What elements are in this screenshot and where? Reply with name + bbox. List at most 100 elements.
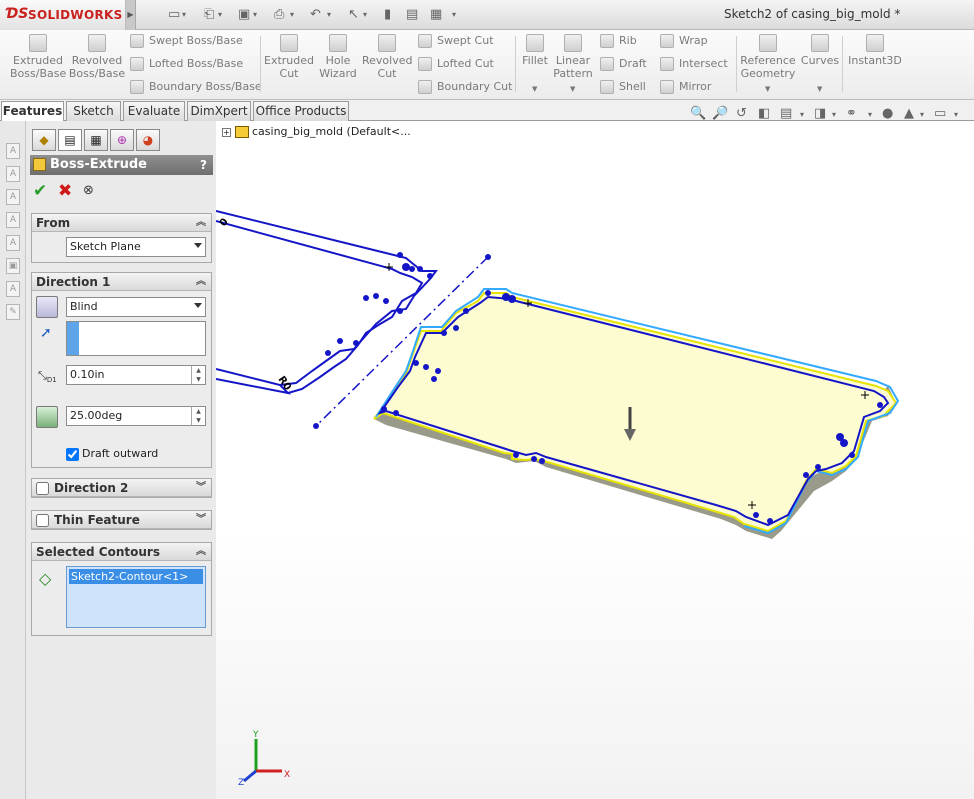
- display-style-icon[interactable]: ◨: [814, 106, 826, 121]
- apply-scene-icon[interactable]: ▲: [904, 106, 914, 121]
- draft-outward-option[interactable]: Draft outward: [66, 447, 158, 461]
- end-condition-select[interactable]: Blind: [66, 297, 206, 317]
- direction1-header[interactable]: Direction 1 ︽: [32, 273, 211, 291]
- boundary-boss-button[interactable]: Boundary Boss/Base: [130, 78, 262, 96]
- wrap-button[interactable]: Wrap: [660, 32, 708, 50]
- tab-features[interactable]: Features: [1, 101, 64, 122]
- solidworks-logo[interactable]: ƊS SOLIDWORKS: [0, 0, 126, 30]
- reference-geometry-dropdown-icon[interactable]: ▼: [765, 85, 770, 93]
- collapse-chevron-icon[interactable]: ︽: [196, 543, 206, 561]
- contours-list[interactable]: Sketch2-Contour<1>: [66, 566, 206, 628]
- intersect-button[interactable]: Intersect: [660, 55, 728, 73]
- depth-spinbox[interactable]: 0.10in ▲ ▼: [66, 365, 206, 385]
- revolved-cut-button[interactable]: Revolved Cut: [362, 34, 412, 80]
- extrusion-top-face[interactable]: [373, 292, 898, 533]
- from-header[interactable]: From ︽: [32, 214, 211, 232]
- fillet-dropdown-icon[interactable]: ▼: [532, 85, 537, 93]
- sketch-tool-icon[interactable]: A: [6, 281, 20, 297]
- cancel-x-icon[interactable]: ✖: [58, 181, 72, 201]
- sketch-tool-icon[interactable]: ✎: [6, 304, 20, 320]
- reference-geometry-button[interactable]: Reference Geometry: [740, 34, 796, 80]
- sketch-tool-icon[interactable]: A: [6, 166, 20, 182]
- thin-feature-header[interactable]: Thin Feature ︾: [32, 511, 211, 529]
- mirror-button[interactable]: Mirror: [660, 78, 711, 96]
- revolved-boss-button[interactable]: Revolved Boss/Base: [68, 34, 126, 80]
- spin-arrows-icon[interactable]: ▲ ▼: [191, 407, 205, 425]
- direction2-header[interactable]: Direction 2 ︾: [32, 479, 211, 497]
- view-settings-icon[interactable]: ▭: [934, 106, 946, 121]
- tab-dimxpert[interactable]: DimXpert: [187, 101, 251, 121]
- property-manager-tab-icon[interactable]: ▤: [58, 129, 82, 151]
- tab-sketch[interactable]: Sketch: [66, 101, 121, 121]
- instant3d-button[interactable]: Instant3D: [846, 34, 904, 67]
- options-dropdown-icon[interactable]: ▾: [452, 5, 456, 25]
- direction-vector-field[interactable]: [66, 321, 206, 356]
- section-view-icon[interactable]: ◧: [758, 106, 770, 121]
- file-properties-icon[interactable]: ▤: [406, 5, 418, 25]
- select-icon[interactable]: ↖: [348, 5, 359, 25]
- undo-icon[interactable]: ↶: [310, 5, 321, 25]
- rib-button[interactable]: Rib: [600, 32, 637, 50]
- open-dropdown-icon[interactable]: ▾: [218, 5, 222, 25]
- configuration-manager-tab-icon[interactable]: ▦: [84, 129, 108, 151]
- view-orientation-icon[interactable]: ▤: [780, 106, 792, 121]
- previous-view-icon[interactable]: ↺: [736, 106, 747, 121]
- draft-button[interactable]: Draft: [600, 55, 647, 73]
- swept-boss-button[interactable]: Swept Boss/Base: [130, 32, 243, 50]
- view-settings-dropdown-icon[interactable]: ▾: [954, 110, 958, 119]
- hide-show-items-icon[interactable]: ⚭: [846, 106, 857, 121]
- options-icon[interactable]: ▦: [430, 5, 442, 25]
- zoom-to-fit-icon[interactable]: 🔍: [690, 106, 706, 121]
- sketch-tool-icon[interactable]: ▣: [6, 258, 20, 274]
- view-orientation-dropdown-icon[interactable]: ▾: [800, 110, 804, 119]
- rebuild-icon[interactable]: ▮: [384, 5, 391, 25]
- from-select[interactable]: Sketch Plane: [66, 237, 206, 257]
- shell-button[interactable]: Shell: [600, 78, 646, 96]
- graphics-area[interactable]: + casing_big_mold (Default<... 0 R0 Y X …: [216, 121, 974, 799]
- edit-appearance-icon[interactable]: ●: [882, 106, 893, 121]
- display-style-dropdown-icon[interactable]: ▾: [832, 110, 836, 119]
- draft-outward-checkbox[interactable]: [66, 447, 79, 461]
- thin-feature-checkbox[interactable]: [36, 514, 49, 527]
- extruded-cut-button[interactable]: Extruded Cut: [264, 34, 314, 80]
- print-dropdown-icon[interactable]: ▾: [290, 5, 294, 25]
- curves-button[interactable]: Curves: [800, 34, 840, 67]
- list-item[interactable]: Sketch2-Contour<1>: [69, 569, 203, 584]
- feature-tree-tab-icon[interactable]: ◆: [32, 129, 56, 151]
- collapse-chevron-icon[interactable]: ︽: [196, 214, 206, 232]
- tab-office-products[interactable]: Office Products: [253, 101, 349, 121]
- draft-angle-spinbox[interactable]: 25.00deg ▲ ▼: [66, 406, 206, 426]
- extruded-boss-button[interactable]: Extruded Boss/Base: [10, 34, 66, 80]
- hide-show-dropdown-icon[interactable]: ▾: [868, 110, 872, 119]
- spin-arrows-icon[interactable]: ▲ ▼: [191, 366, 205, 384]
- hole-wizard-button[interactable]: Hole Wizard: [316, 34, 360, 80]
- tab-evaluate[interactable]: Evaluate: [123, 101, 185, 121]
- open-icon[interactable]: ⎗: [204, 5, 214, 25]
- help-icon[interactable]: ?: [200, 155, 207, 175]
- expand-chevron-icon[interactable]: ︾: [196, 511, 206, 529]
- lofted-boss-button[interactable]: Lofted Boss/Base: [130, 55, 243, 73]
- lofted-cut-button[interactable]: Lofted Cut: [418, 55, 494, 73]
- select-dropdown-icon[interactable]: ▾: [363, 5, 367, 25]
- reverse-direction-icon[interactable]: [36, 296, 58, 318]
- linear-pattern-button[interactable]: Linear Pattern: [552, 34, 594, 80]
- boundary-cut-button[interactable]: Boundary Cut: [418, 78, 512, 96]
- save-dropdown-icon[interactable]: ▾: [253, 5, 257, 25]
- sketch-tool-icon[interactable]: A: [6, 189, 20, 205]
- direction2-checkbox[interactable]: [36, 482, 49, 495]
- expand-chevron-icon[interactable]: ︾: [196, 479, 206, 497]
- curves-dropdown-icon[interactable]: ▼: [817, 85, 822, 93]
- display-manager-tab-icon[interactable]: ◕: [136, 129, 160, 151]
- fillet-button[interactable]: Fillet: [520, 34, 550, 67]
- detailed-preview-icon[interactable]: ⊗: [83, 183, 94, 198]
- ok-check-icon[interactable]: ✔: [33, 181, 47, 201]
- sketch-tool-icon[interactable]: A: [6, 235, 20, 251]
- new-document-icon[interactable]: ▭: [168, 5, 180, 25]
- print-icon[interactable]: ⎙: [274, 5, 284, 25]
- save-icon[interactable]: ▣: [238, 5, 250, 25]
- new-dropdown-icon[interactable]: ▾: [182, 5, 186, 25]
- zoom-to-area-icon[interactable]: 🔎: [712, 106, 728, 121]
- dimxpert-manager-tab-icon[interactable]: ⊕: [110, 129, 134, 151]
- collapse-chevron-icon[interactable]: ︽: [196, 273, 206, 291]
- selected-contours-header[interactable]: Selected Contours ︽: [32, 543, 211, 561]
